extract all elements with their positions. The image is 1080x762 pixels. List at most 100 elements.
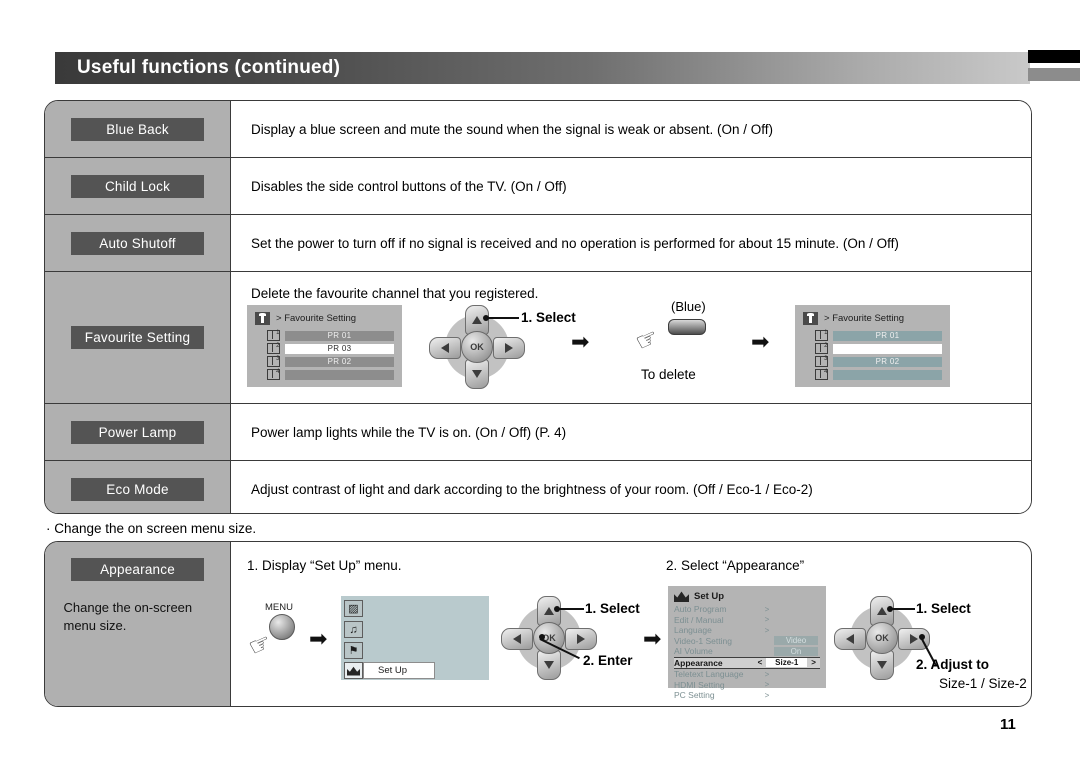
appearance-section: Appearance Change the on-screen menu siz… — [44, 541, 1032, 707]
osd-setup-title: Set Up — [694, 590, 725, 602]
channel-icon: 2 — [815, 343, 828, 354]
osd-channel-row: 4 — [255, 369, 394, 380]
osd-setup-header: Set Up — [674, 590, 820, 602]
setup-icon[interactable] — [344, 662, 363, 679]
dpad-down-button[interactable] — [537, 650, 561, 680]
dpad-right-button[interactable] — [565, 628, 597, 650]
row-label-cell: Eco Mode — [45, 461, 231, 513]
channel-bar-selected: PR 03 — [285, 343, 394, 354]
table-row: Auto Shutoff Set the power to turn off i… — [45, 215, 1031, 272]
dpad-ok-button[interactable]: OK — [461, 331, 493, 363]
chevron-right-icon: > — [764, 690, 770, 700]
channel-bar: PR 02 — [285, 356, 394, 367]
triangle-right-icon — [577, 634, 585, 644]
triangle-left-icon — [441, 343, 449, 353]
menu-item-language[interactable]: Language > — [674, 625, 820, 636]
row-label-cell: Favourite Setting — [45, 272, 231, 403]
to-delete-label: To delete — [641, 367, 696, 382]
flow-arrow-2: ➡ — [751, 329, 770, 354]
channel-icon: 3 — [267, 356, 280, 367]
chevron-right-icon: > — [764, 625, 770, 635]
triangle-down-icon — [472, 370, 482, 378]
dpad-step2[interactable]: OK — [834, 596, 930, 680]
blue-button[interactable] — [668, 319, 706, 335]
triangle-down-icon — [544, 661, 554, 669]
dpad-down-button[interactable] — [465, 359, 489, 389]
triangle-up-icon — [877, 607, 887, 615]
osd-channel-row: 3 PR 02 — [255, 356, 394, 367]
osd-channel-row: 1 PR 01 — [255, 330, 394, 341]
crown-glyph — [347, 666, 360, 676]
menu-item-value[interactable]: On — [774, 646, 818, 656]
edge-tab-black — [1028, 50, 1080, 63]
appearance-sub-text: Change the on-screen menu size. — [63, 600, 193, 633]
dpad-step1[interactable]: OK — [501, 596, 597, 680]
menu-item-hdmi-setting[interactable]: HDMI Setting > — [674, 680, 820, 691]
menu-item-teletext-language[interactable]: Teletext Language > — [674, 669, 820, 680]
triangle-right-icon — [505, 343, 513, 353]
table-row: Eco Mode Adjust contrast of light and da… — [45, 461, 1031, 513]
edge-tab-markers — [1028, 50, 1080, 81]
osd-prefix: > — [824, 313, 830, 324]
menu-item-pc-setting[interactable]: PC Setting > — [674, 690, 820, 701]
function-chip-appearance: Appearance — [71, 558, 204, 581]
row-description: Adjust contrast of light and dark accord… — [251, 482, 813, 497]
dpad-down-button[interactable] — [870, 650, 894, 680]
dpad-ok-button[interactable]: OK — [866, 622, 898, 654]
feature-icon[interactable]: ⚑ — [344, 642, 363, 659]
callout-select-1: 1. Select — [521, 310, 576, 325]
dpad-favourite[interactable]: OK — [429, 305, 525, 389]
flow-arrow-4: ➡ — [643, 626, 662, 651]
table-row: Blue Back Display a blue screen and mute… — [45, 101, 1031, 158]
functions-table: Blue Back Display a blue screen and mute… — [44, 100, 1032, 514]
chevron-right-icon: > — [764, 604, 770, 614]
menu-item-video-1-setting[interactable]: Video-1 Setting Video — [674, 636, 820, 647]
dpad-right-button[interactable] — [493, 337, 525, 359]
table-row-favourite-setting: Favourite Setting Delete the favourite c… — [45, 272, 1031, 404]
setup-icon — [674, 591, 689, 602]
sound-icon[interactable]: ♫ — [344, 621, 363, 638]
osd-channel-row: 3 PR 02 — [803, 356, 942, 367]
hand-pointer-icon: ☞ — [631, 322, 664, 358]
tv-screen-main-menu: ▨ ♫ ⚑ Set Up — [341, 596, 489, 680]
menu-item-value[interactable]: Size-1 — [766, 658, 808, 668]
dpad-left-button[interactable] — [501, 628, 533, 650]
menu-item-label: Appearance — [674, 657, 723, 668]
channel-icon: 4 — [815, 369, 828, 380]
page-number: 11 — [1000, 716, 1016, 733]
menu-item-edit-manual[interactable]: Edit / Manual > — [674, 615, 820, 626]
channel-bar: PR 01 — [833, 330, 942, 341]
menu-item-ai-volume[interactable]: AI Volume On — [674, 646, 820, 657]
triangle-left-icon — [846, 634, 854, 644]
chevron-right-icon: > — [764, 680, 770, 690]
menu-item-value[interactable]: Video — [774, 636, 818, 646]
menu-item-appearance[interactable]: Appearance < Size-1 > — [674, 656, 820, 669]
menu-item-auto-program[interactable]: Auto Program > — [674, 604, 820, 615]
dpad-left-button[interactable] — [429, 337, 461, 359]
row-description-cell: Display a blue screen and mute the sound… — [231, 101, 1031, 157]
channel-icon: 1 — [267, 330, 280, 341]
step1-title: 1. Display “Set Up” menu. — [247, 558, 402, 573]
picture-icon[interactable]: ▨ — [344, 600, 363, 617]
menu-item-label: Video-1 Setting — [674, 635, 732, 646]
osd-title-text: Favourite Setting — [832, 313, 905, 324]
flow-arrow-1: ➡ — [571, 329, 590, 354]
osd-setup-menu: Set Up Auto Program > Edit / Manual > La… — [668, 586, 826, 700]
row-description-cell: Power lamp lights while the TV is on. (O… — [231, 404, 1031, 460]
triangle-left-icon — [513, 634, 521, 644]
dpad-left-button[interactable] — [834, 628, 866, 650]
osd-prefix: > — [276, 313, 282, 324]
osd-channel-row: 2 — [803, 343, 942, 354]
row-label-cell: Child Lock — [45, 158, 231, 214]
chevron-right-icon: > — [764, 615, 770, 625]
row-description: Set the power to turn off if no signal i… — [251, 235, 899, 251]
page-header-bar: Useful functions (continued) — [55, 52, 1030, 84]
menu-button[interactable] — [269, 614, 295, 640]
osd-channel-row: 2 PR 03 — [255, 343, 394, 354]
osd-favourite-setting-after: > Favourite Setting 1 PR 01 2 3 PR 02 4 — [795, 305, 950, 387]
row-description: Power lamp lights while the TV is on. (O… — [251, 424, 567, 440]
chevron-left-icon[interactable]: < — [753, 658, 766, 667]
triangle-right-icon — [910, 634, 918, 644]
chevron-right-icon[interactable]: > — [807, 658, 820, 667]
note-text: · Change the on screen menu size. — [46, 521, 257, 536]
